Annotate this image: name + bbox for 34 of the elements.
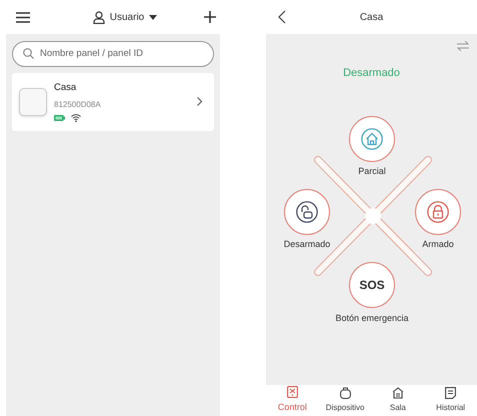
chevron-right-icon: [197, 97, 202, 106]
status-text: Desarmado: [343, 66, 400, 81]
panel-name: Casa: [54, 81, 78, 96]
device-icon: [19, 88, 47, 116]
battery-icon: [54, 114, 65, 121]
device-icon: [340, 387, 351, 399]
house-icon: [392, 387, 404, 399]
house-icon: [361, 128, 383, 150]
mode-label: Botón emergencia: [335, 312, 409, 325]
nav-tab[interactable]: Sala: [372, 387, 424, 414]
mode-button[interactable]: SOS: [349, 262, 395, 308]
document-icon: [445, 387, 456, 399]
back-icon[interactable]: [278, 10, 286, 24]
menu-icon[interactable]: [16, 12, 30, 22]
search-field[interactable]: Nombre panel / panel ID: [12, 40, 214, 66]
add-icon[interactable]: [204, 11, 216, 23]
mode-button[interactable]: [284, 189, 330, 235]
screen-title: Casa: [360, 10, 384, 24]
caret-icon[interactable]: [149, 14, 158, 20]
search-icon: [23, 48, 34, 59]
account-name[interactable]: Usuario: [110, 10, 144, 24]
panel-card[interactable]: Casa 812500D08A: [12, 72, 214, 130]
user-icon: [92, 10, 105, 24]
control-panel-icon: [286, 386, 298, 398]
unlocked-padlock-icon: [296, 201, 318, 223]
mode-label: Parcial: [358, 165, 386, 178]
nav-tab[interactable]: Control: [266, 386, 319, 414]
nav-tab[interactable]: Dispositivo: [318, 387, 372, 414]
panel-id: 812500D08A: [54, 98, 102, 111]
wifi-icon: [71, 114, 81, 122]
mode-label: Armado: [422, 238, 454, 251]
nav-tab[interactable]: Historial: [424, 387, 477, 414]
mode-label: Desarmado: [284, 238, 330, 251]
padlock-icon: [427, 201, 449, 223]
